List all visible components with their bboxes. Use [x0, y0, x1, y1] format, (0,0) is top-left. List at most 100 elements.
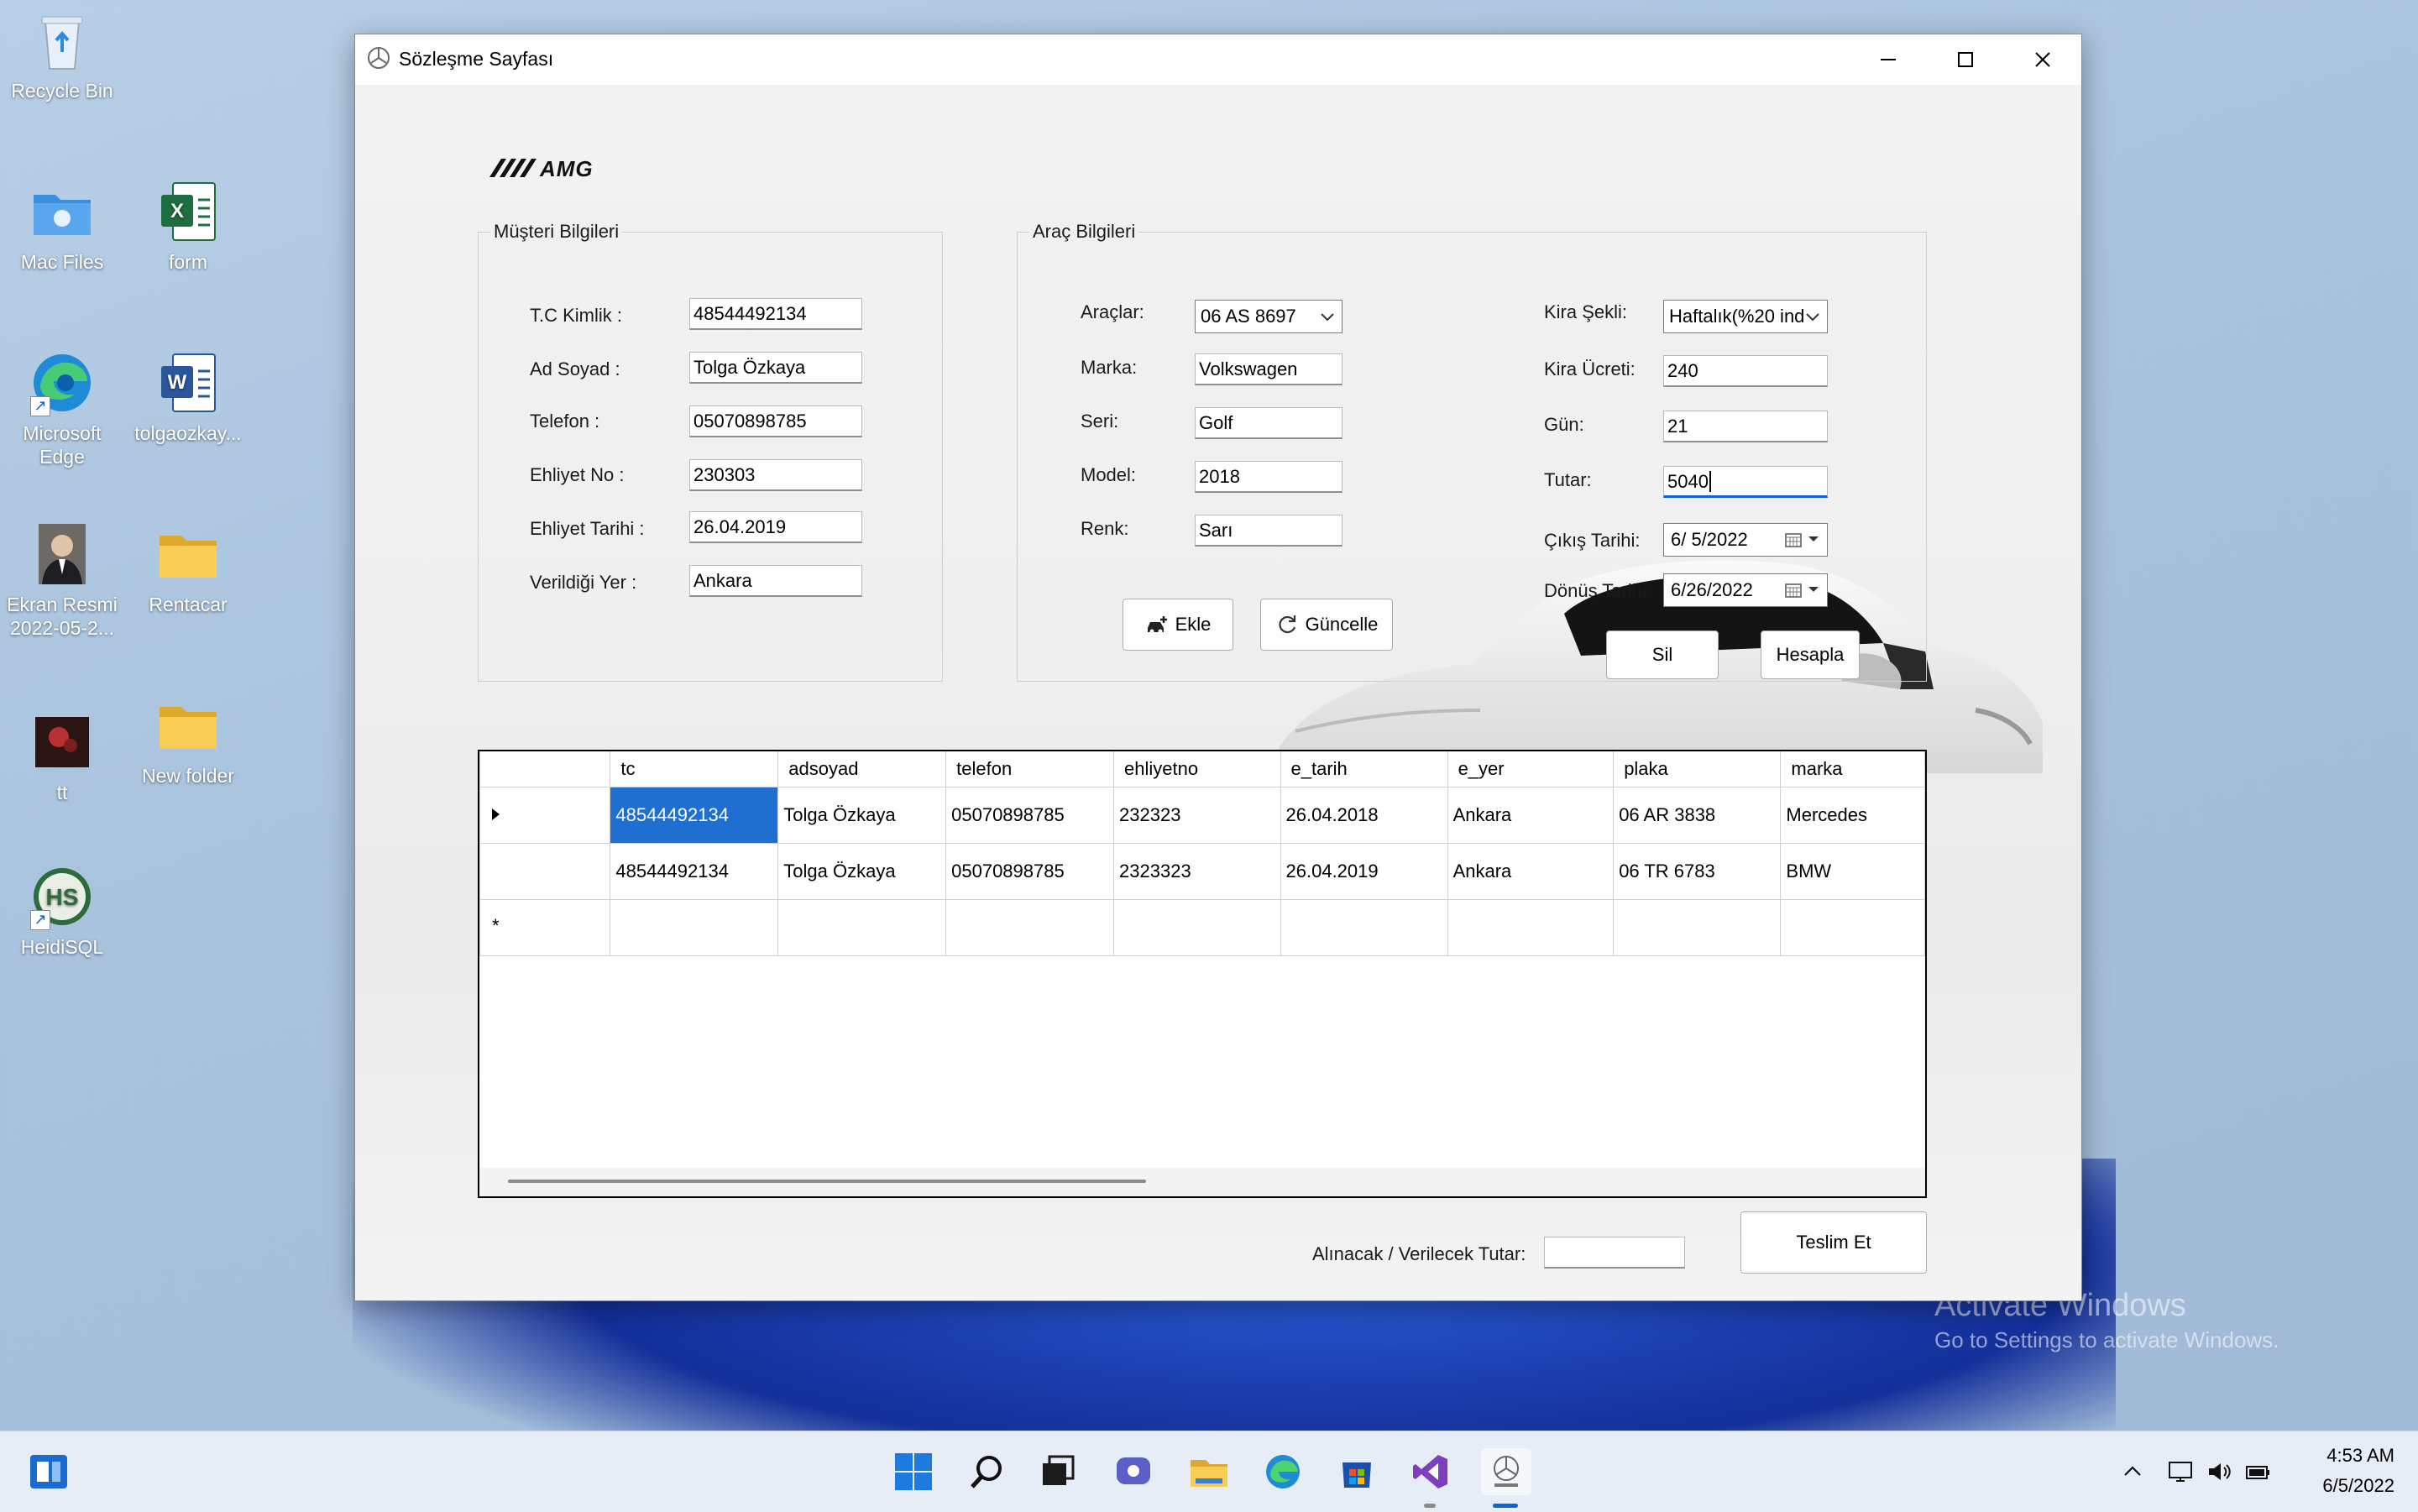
table-cell[interactable]: 232323 — [1113, 787, 1281, 844]
marka-field[interactable]: Volkswagen — [1195, 353, 1342, 385]
desktop-icon-rentacar[interactable]: Rentacar — [129, 521, 247, 616]
column-header-adsoyad[interactable]: adsoyad — [777, 751, 947, 787]
cikis-tarihi-picker[interactable]: 6/ 5/2022 — [1663, 523, 1828, 557]
column-header-e-yer[interactable]: e_yer — [1447, 751, 1615, 787]
table-row[interactable]: 48544492134 Tolga Özkaya 05070898785 232… — [479, 843, 1925, 900]
ad-soyad-field[interactable]: Tolga Özkaya — [689, 352, 862, 384]
table-cell[interactable] — [1280, 899, 1448, 956]
mercedes-logo-icon — [367, 46, 390, 70]
new-row-header[interactable]: * — [479, 899, 611, 956]
start-button[interactable] — [890, 1448, 937, 1495]
kira-sekli-dropdown[interactable]: Haftalık(%20 ind — [1663, 300, 1828, 333]
battery-button[interactable] — [2242, 1448, 2275, 1495]
table-cell[interactable]: 2323323 — [1113, 843, 1281, 900]
clock-time[interactable]: 4:53 AM — [2284, 1445, 2394, 1467]
table-cell[interactable] — [1613, 899, 1782, 956]
alinacak-tutar-field[interactable] — [1544, 1237, 1685, 1269]
clock-date[interactable]: 6/5/2022 — [2284, 1475, 2394, 1497]
desktop-icon-recycle-bin[interactable]: Recycle Bin — [3, 7, 121, 102]
search-button[interactable] — [964, 1448, 1011, 1495]
tutar-field[interactable]: 5040 — [1663, 466, 1828, 498]
contracts-datagrid[interactable]: tc adsoyad telefon ehliyetno e_tarih e_y… — [478, 750, 1927, 1198]
minimize-button[interactable] — [1850, 34, 1927, 85]
desktop-icon-ekran-resmi[interactable]: Ekran Resmi 2022-05-2... — [3, 521, 121, 640]
table-cell[interactable]: 26.04.2019 — [1280, 843, 1448, 900]
table-cell[interactable] — [945, 899, 1115, 956]
widgets-button[interactable] — [25, 1448, 72, 1495]
table-cell[interactable] — [777, 899, 947, 956]
desktop-icon-new-folder[interactable]: New folder — [129, 692, 247, 787]
column-header-marka[interactable]: marka — [1780, 751, 1925, 787]
renk-field[interactable]: Sarı — [1195, 515, 1342, 547]
task-view-button[interactable] — [1034, 1448, 1081, 1495]
telefon-field[interactable]: 05070898785 — [689, 405, 862, 437]
row-header[interactable] — [479, 787, 611, 844]
guncelle-button[interactable]: Güncelle — [1260, 599, 1393, 651]
desktop-icon-mac-files[interactable]: Mac Files — [3, 178, 121, 274]
scrollbar-thumb[interactable] — [508, 1180, 1146, 1183]
column-header-telefon[interactable]: telefon — [945, 751, 1115, 787]
desktop-icon-form[interactable]: X form — [129, 178, 247, 274]
table-cell[interactable]: Ankara — [1447, 787, 1615, 844]
title-bar[interactable]: Sözleşme Sayfası — [355, 34, 2081, 85]
svg-text:W: W — [168, 371, 187, 394]
rentacar-app-button[interactable] — [1481, 1448, 1531, 1495]
file-explorer-button[interactable] — [1185, 1448, 1233, 1495]
tutar-value: 5040 — [1667, 471, 1709, 492]
table-cell[interactable] — [1447, 899, 1615, 956]
column-header-tc[interactable]: tc — [610, 751, 779, 787]
chat-button[interactable] — [1110, 1448, 1157, 1495]
column-header-plaka[interactable]: plaka — [1613, 751, 1782, 787]
seri-field[interactable]: Golf — [1195, 407, 1342, 439]
volume-button[interactable] — [2203, 1448, 2237, 1495]
ekle-button[interactable]: Ekle — [1123, 599, 1233, 651]
store-button[interactable] — [1333, 1448, 1380, 1495]
desktop-icon-tolgaozkay[interactable]: W tolgaozkay... — [129, 349, 247, 445]
horizontal-scrollbar[interactable] — [479, 1168, 1925, 1196]
maximize-button[interactable] — [1927, 34, 2004, 85]
column-header-e-tarih[interactable]: e_tarih — [1280, 751, 1448, 787]
close-button[interactable] — [2004, 34, 2081, 85]
table-cell[interactable]: 05070898785 — [945, 843, 1115, 900]
donus-tarihi-picker[interactable]: 6/26/2022 — [1663, 573, 1828, 607]
kira-ucreti-field[interactable]: 240 — [1663, 355, 1828, 387]
desktop-icon-heidisql[interactable]: HS ↗ HeidiSQL — [3, 863, 121, 959]
sil-button[interactable]: Sil — [1606, 630, 1719, 679]
table-cell[interactable]: 06 AR 3838 — [1613, 787, 1782, 844]
table-cell[interactable]: Mercedes — [1780, 787, 1925, 844]
teslim-et-button[interactable]: Teslim Et — [1740, 1211, 1927, 1274]
network-button[interactable] — [2164, 1448, 2198, 1495]
tc-kimlik-field[interactable]: 48544492134 — [689, 298, 862, 330]
visual-studio-button[interactable] — [1407, 1448, 1454, 1495]
column-header-ehliyetno[interactable]: ehliyetno — [1113, 751, 1281, 787]
verildigi-yer-field[interactable]: Ankara — [689, 565, 862, 597]
ehliyet-no-field[interactable]: 230303 — [689, 459, 862, 491]
desktop-icon-microsoft-edge[interactable]: ↗ Microsoft Edge — [3, 349, 121, 468]
table-cell[interactable]: BMW — [1780, 843, 1925, 900]
edge-taskbar-button[interactable] — [1259, 1448, 1306, 1495]
araclar-dropdown[interactable]: 06 AS 8697 — [1195, 300, 1342, 333]
gun-field[interactable]: 21 — [1663, 411, 1828, 442]
table-cell[interactable]: 48544492134 — [610, 843, 779, 900]
new-row[interactable]: * — [479, 899, 1925, 956]
table-cell[interactable]: Tolga Özkaya — [777, 787, 947, 844]
table-cell[interactable] — [1113, 899, 1281, 956]
row-header[interactable] — [479, 843, 611, 900]
image-thumbnail-icon — [29, 709, 96, 776]
table-cell[interactable]: 26.04.2018 — [1280, 787, 1448, 844]
model-field[interactable]: 2018 — [1195, 461, 1342, 493]
table-cell[interactable]: Ankara — [1447, 843, 1615, 900]
folder-icon — [29, 178, 96, 245]
table-cell[interactable]: 05070898785 — [945, 787, 1115, 844]
tc-kimlik-label: T.C Kimlik : — [530, 305, 622, 326]
desktop-icon-tt[interactable]: tt — [3, 709, 121, 804]
table-cell[interactable] — [610, 899, 779, 956]
table-cell[interactable]: 48544492134 — [610, 787, 779, 844]
table-cell[interactable] — [1780, 899, 1925, 956]
hesapla-button[interactable]: Hesapla — [1761, 630, 1860, 679]
table-cell[interactable]: 06 TR 6783 — [1613, 843, 1782, 900]
table-row[interactable]: 48544492134 Tolga Özkaya 05070898785 232… — [479, 787, 1925, 844]
ehliyet-tarihi-field[interactable]: 26.04.2019 — [689, 511, 862, 543]
table-cell[interactable]: Tolga Özkaya — [777, 843, 947, 900]
show-hidden-icons-button[interactable] — [2116, 1448, 2149, 1495]
